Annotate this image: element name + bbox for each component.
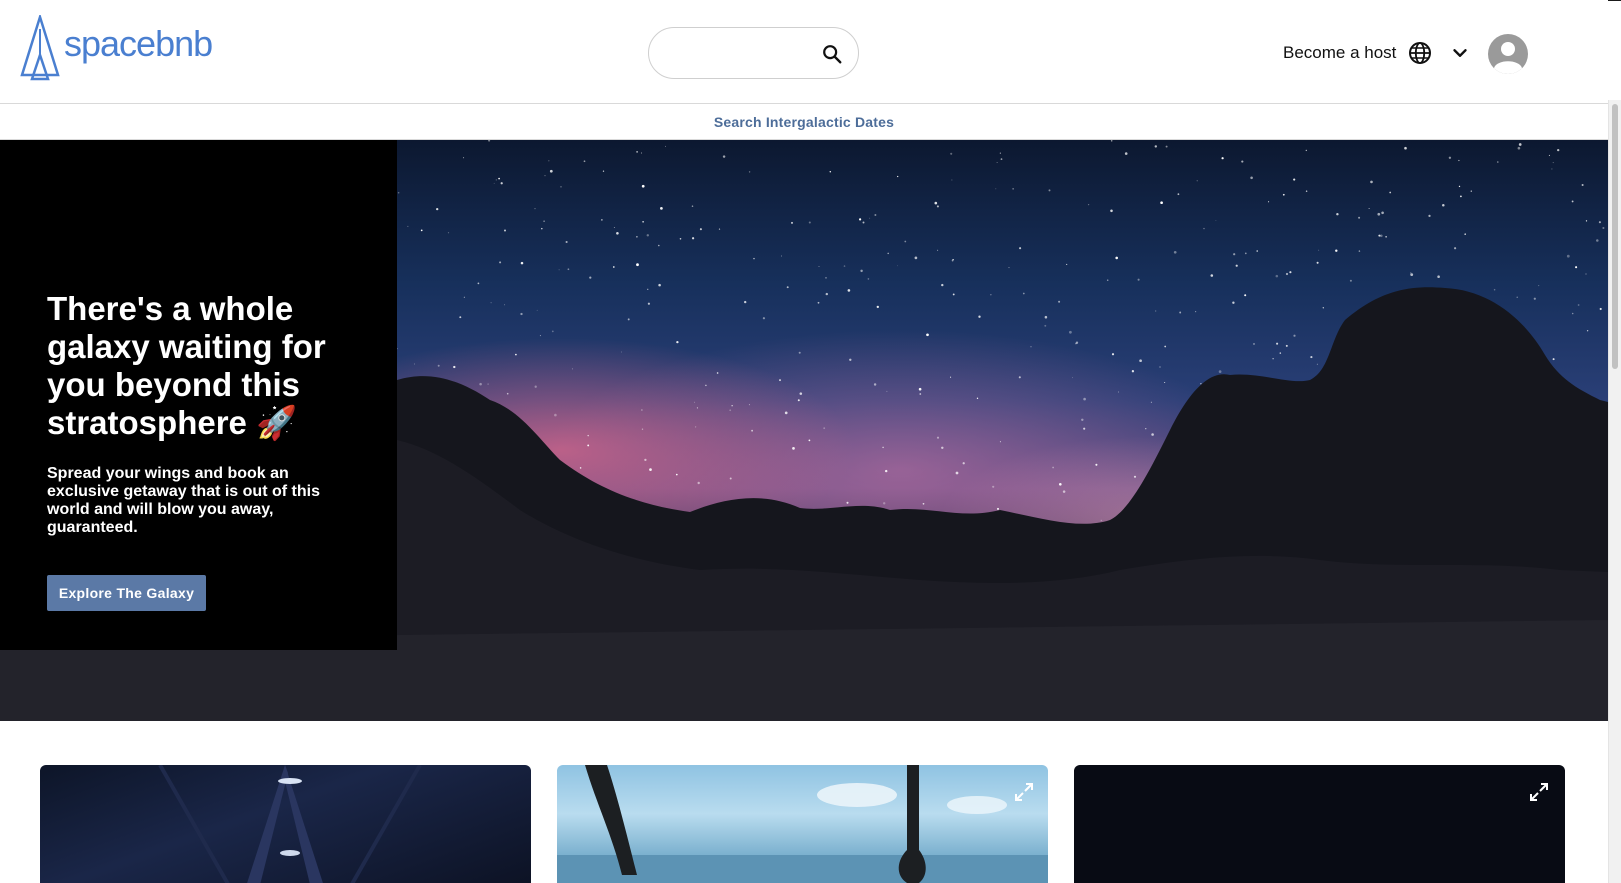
logo-text: spacebnb (64, 23, 213, 64)
search-dates-link[interactable]: Search Intergalactic Dates (714, 114, 894, 130)
become-host-link[interactable]: Become a host (1283, 43, 1396, 63)
search-button[interactable] (818, 40, 846, 68)
language-button[interactable] (1408, 41, 1432, 65)
page: spacebnb Become a host Search Intergalac… (0, 0, 1608, 883)
page-scrollbar[interactable] (1608, 100, 1621, 883)
user-avatar-icon (1494, 42, 1522, 74)
card-spaceship-interior[interactable] (40, 765, 531, 883)
rocket-triangle-logo-icon (20, 15, 60, 81)
expand-icon[interactable] (1529, 782, 1549, 802)
hero-subtitle: Spread your wings and book an exclusive … (47, 465, 320, 536)
card-dark-space[interactable] (1074, 765, 1565, 883)
chevron-down-icon (1453, 49, 1467, 57)
logo[interactable]: spacebnb (20, 15, 213, 81)
expand-icon[interactable] (1014, 782, 1034, 802)
explore-galaxy-button[interactable]: Explore The Galaxy (47, 575, 206, 611)
hero-section: There's a whole galaxy waiting for you b… (0, 140, 1608, 721)
search-bar[interactable] (648, 27, 859, 79)
search-icon (823, 45, 842, 64)
sub-navigation: Search Intergalactic Dates (0, 105, 1608, 140)
card-image-helicopter-view (557, 765, 1048, 883)
site-header: spacebnb Become a host (0, 1, 1608, 104)
hero-text-panel: There's a whole galaxy waiting for you b… (0, 140, 397, 650)
globe-icon (1409, 42, 1431, 64)
menu-dropdown-button[interactable] (1449, 42, 1471, 64)
search-input[interactable] (667, 40, 807, 68)
hero-title: There's a whole galaxy waiting for you b… (47, 290, 326, 441)
avatar[interactable] (1488, 34, 1528, 74)
card-image-spaceship-interior (158, 765, 422, 883)
scrollbar-thumb[interactable] (1612, 104, 1618, 369)
card-helicopter-view[interactable] (557, 765, 1048, 883)
